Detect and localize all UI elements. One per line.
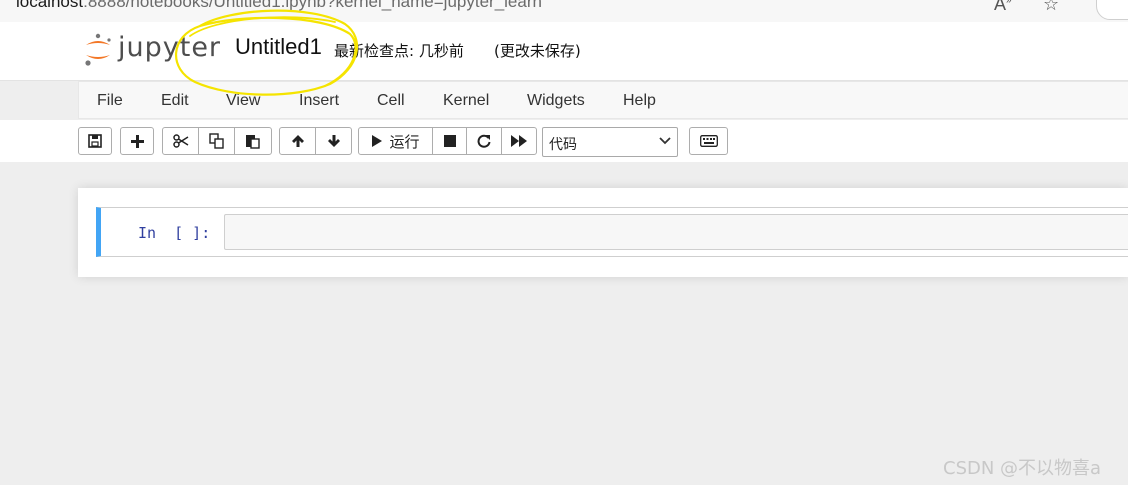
notebook-toolbar: 运行 代码 — [0, 120, 1128, 162]
notebook-header: jupyter Untitled1 最新检查点: 几秒前 (更改未保存) — [0, 22, 1128, 81]
menu-insert[interactable]: Insert — [299, 92, 339, 110]
command-palette-button[interactable] — [689, 127, 728, 155]
cut-button[interactable] — [162, 127, 199, 155]
jupyter-logo-icon[interactable] — [83, 32, 113, 68]
paste-button[interactable] — [234, 127, 272, 155]
insert-cell-button[interactable] — [120, 127, 154, 155]
autosave-status: (更改未保存) — [494, 42, 581, 60]
watermark: CSDN @不以物喜a — [943, 458, 1102, 479]
move-down-button[interactable] — [315, 127, 352, 155]
copy-button[interactable] — [198, 127, 235, 155]
notebook-title[interactable]: Untitled1 — [233, 34, 324, 60]
cell-type-value: 代码 — [549, 137, 577, 153]
cut-icon — [172, 134, 188, 148]
run-label: 运行 — [389, 132, 420, 151]
move-up-button[interactable] — [279, 127, 316, 155]
menubar: File Edit View Insert Cell Kernel Widget… — [78, 81, 1128, 119]
code-input[interactable] — [224, 214, 1128, 250]
add-cell-icon — [130, 134, 144, 148]
move-down-icon — [327, 135, 340, 147]
read-aloud-icon[interactable]: A» — [994, 0, 1012, 15]
keyboard-icon — [699, 135, 718, 147]
run-button[interactable]: 运行 — [358, 127, 433, 155]
chevron-down-icon — [659, 137, 671, 145]
save-icon — [88, 134, 102, 148]
menu-edit[interactable]: Edit — [161, 92, 189, 110]
restart-run-all-button[interactable] — [501, 127, 537, 155]
save-button[interactable] — [78, 127, 112, 155]
url-path: :8888/notebooks/Untitled1.ipynb?kernel_n… — [83, 0, 542, 11]
copy-icon — [208, 133, 224, 149]
notebook-container: In [ ]: — [78, 188, 1128, 277]
url-text[interactable]: localhost:8888/notebooks/Untitled1.ipynb… — [16, 0, 542, 12]
interrupt-kernel-button[interactable] — [432, 127, 467, 155]
cell-type-select[interactable]: 代码 — [542, 127, 678, 157]
restart-kernel-button[interactable] — [466, 127, 502, 155]
star-icon[interactable]: ☆ — [1043, 0, 1059, 15]
menu-kernel[interactable]: Kernel — [443, 92, 489, 110]
move-up-icon — [291, 135, 304, 147]
fast-forward-icon — [511, 135, 527, 147]
paste-icon — [246, 135, 260, 149]
jupyter-logo-text[interactable]: jupyter — [118, 32, 221, 63]
stop-icon — [443, 135, 456, 147]
menu-file[interactable]: File — [97, 92, 123, 110]
restart-icon — [477, 134, 491, 148]
run-icon — [372, 135, 383, 147]
code-cell[interactable]: In [ ]: — [96, 207, 1128, 257]
url-host: localhost — [16, 0, 84, 11]
browser-address-bar[interactable]: localhost:8888/notebooks/Untitled1.ipynb… — [0, 0, 1128, 22]
input-prompt: In [ ]: — [138, 224, 211, 242]
menu-view[interactable]: View — [226, 92, 260, 110]
menu-help[interactable]: Help — [623, 92, 656, 110]
menu-widgets[interactable]: Widgets — [527, 92, 585, 110]
menu-cell[interactable]: Cell — [377, 92, 405, 110]
profile-button[interactable] — [1096, 0, 1128, 20]
checkpoint-status: 最新检查点: 几秒前 — [334, 42, 464, 60]
